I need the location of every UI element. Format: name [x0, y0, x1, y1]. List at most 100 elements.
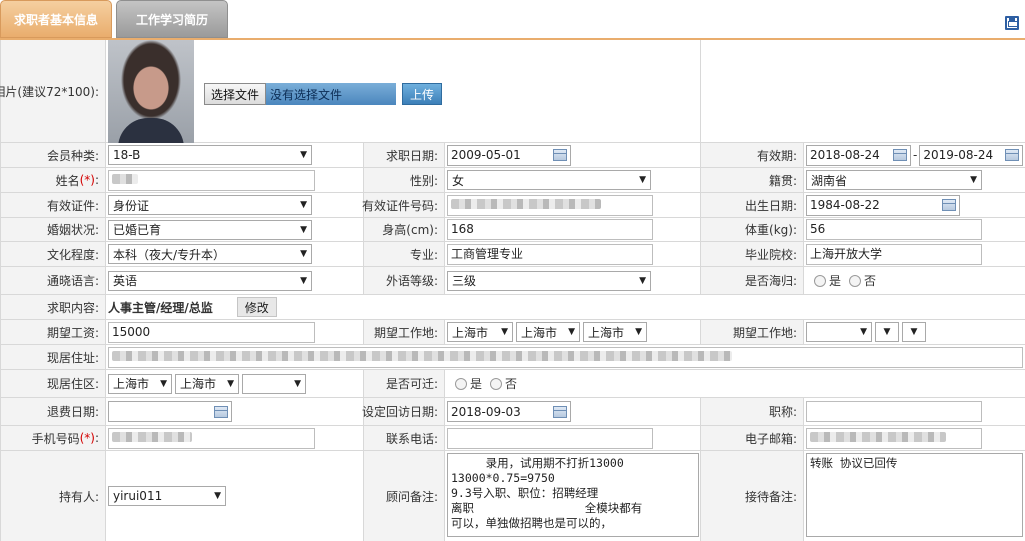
valid-from-input[interactable]: 2018-08-24: [806, 144, 911, 166]
birth-date-label: 出生日期:: [700, 193, 804, 217]
photo-row-empty: [700, 40, 1025, 142]
expected2-province-select[interactable]: ▼: [806, 322, 872, 342]
id-type-select[interactable]: 身份证 ▼: [108, 195, 312, 215]
returnee-no-radio[interactable]: 否: [849, 272, 876, 289]
row-salary: 期望工资: 15000 期望工作地: 上海市 ▼ 上海市 ▼ 上海市 ▼ 期望工作地:…: [0, 320, 1025, 345]
valid-from-value: 2018-08-24: [810, 148, 880, 162]
calendar-icon[interactable]: [1005, 149, 1020, 161]
expected-province-select[interactable]: 上海市 ▼: [447, 322, 513, 342]
major-input[interactable]: 工商管理专业: [447, 243, 653, 265]
chevron-down-icon: ▼: [227, 378, 234, 389]
row-address: 现居住址:: [0, 345, 1025, 370]
save-icon[interactable]: [1005, 16, 1019, 30]
school-label: 毕业院校:: [700, 242, 804, 266]
redacted-text: [112, 350, 732, 361]
marital-select[interactable]: 已婚已育 ▼: [108, 219, 312, 240]
foreign-level-select[interactable]: 三级 ▼: [447, 270, 651, 291]
expected2-district-select[interactable]: ▼: [902, 322, 926, 342]
relocate-no-radio[interactable]: 否: [490, 375, 517, 392]
gender-label: 性别:: [363, 168, 445, 192]
calendar-icon[interactable]: [214, 405, 228, 418]
choose-file-button[interactable]: 选择文件: [204, 83, 267, 105]
job-content-label: 求职内容:: [0, 295, 106, 319]
residence-province-select[interactable]: 上海市 ▼: [108, 373, 172, 394]
reception-note-textarea[interactable]: 转账 协议已回传: [806, 453, 1023, 537]
file-name-display: 没有选择文件: [266, 83, 397, 105]
chevron-down-icon: ▼: [300, 200, 307, 210]
residence-district-select[interactable]: ▼: [242, 373, 306, 394]
marital-value: 已婚已育: [113, 223, 162, 237]
required-mark: (*): [79, 431, 95, 445]
chevron-down-icon: ▼: [883, 327, 891, 337]
native-place-label: 籍贯:: [700, 168, 804, 192]
email-label: 电子邮箱:: [700, 426, 804, 450]
valid-to-value: 2019-08-24: [923, 148, 994, 162]
radio-circle-icon: [455, 377, 467, 390]
residence-area-label: 现居住区:: [0, 370, 106, 397]
expected-district-value: 上海市: [588, 325, 625, 340]
chevron-down-icon: ▼: [300, 249, 307, 259]
chevron-down-icon: ▼: [160, 378, 167, 389]
phone-label: 联系电话:: [363, 426, 445, 450]
native-place-select[interactable]: 湖南省 ▼: [806, 170, 982, 190]
address-input[interactable]: [108, 346, 1023, 368]
consultant-note-textarea[interactable]: 录用，试用期不打折13000 13000*0.75=9750 9.3号入职、职位…: [447, 453, 699, 537]
redacted-text: [810, 431, 946, 442]
height-input[interactable]: 168: [447, 219, 653, 240]
school-input[interactable]: 上海开放大学: [806, 243, 982, 265]
tab-basic-info[interactable]: 求职者基本信息: [0, 0, 112, 38]
row-language: 通晓语言: 英语 ▼ 外语等级: 三级 ▼ 是否海归: 是 否: [0, 267, 1025, 295]
expected-district-select[interactable]: 上海市 ▼: [583, 322, 647, 342]
id-number-label: 有效证件号码:: [362, 193, 445, 217]
redacted-text: [112, 431, 192, 442]
chevron-down-icon: ▼: [300, 150, 307, 160]
revisit-date-input[interactable]: 2018-09-03: [447, 401, 571, 422]
expected-city-select[interactable]: 上海市 ▼: [516, 322, 580, 342]
chevron-down-icon: ▼: [639, 275, 646, 286]
residence-province-value: 上海市: [113, 377, 150, 391]
radio-circle-icon: [849, 274, 862, 287]
calendar-icon[interactable]: [893, 149, 907, 161]
tab-work-study-resume[interactable]: 工作学习简历: [116, 0, 228, 38]
residence-city-select[interactable]: 上海市 ▼: [175, 373, 239, 394]
job-date-input[interactable]: 2009-05-01: [447, 144, 571, 166]
photo-label: 相片(建议72*100):: [0, 40, 106, 142]
refund-date-input[interactable]: [108, 401, 232, 422]
required-mark: (*): [79, 173, 95, 187]
mobile-input[interactable]: [108, 427, 315, 449]
row-contact: 手机号码 (*): 联系电话: 电子邮箱:: [0, 426, 1025, 451]
weight-input[interactable]: 56: [806, 219, 982, 240]
upload-button[interactable]: 上传: [402, 83, 443, 105]
expected2-city-select[interactable]: ▼: [875, 322, 899, 342]
calendar-icon[interactable]: [553, 405, 567, 418]
email-input[interactable]: [806, 427, 982, 449]
name-input[interactable]: [108, 169, 315, 191]
relocate-yes-radio[interactable]: 是: [455, 375, 482, 392]
returnee-no-label: 否: [864, 274, 877, 288]
returnee-yes-radio[interactable]: 是: [814, 272, 841, 289]
birth-date-input[interactable]: 1984-08-22: [806, 194, 960, 216]
member-type-select[interactable]: 18-B ▼: [108, 145, 312, 165]
calendar-icon[interactable]: [942, 199, 956, 211]
edit-job-content-button[interactable]: 修改: [236, 297, 277, 317]
language-select[interactable]: 英语 ▼: [108, 270, 312, 291]
gender-select[interactable]: 女 ▼: [447, 170, 651, 190]
holder-select[interactable]: yirui011 ▼: [108, 486, 226, 506]
address-label: 现居住址:: [0, 345, 106, 369]
expected-salary-input[interactable]: 15000: [108, 321, 315, 343]
job-content-value: 人事主管/经理/总监: [108, 300, 213, 315]
row-residence: 现居住区: 上海市 ▼ 上海市 ▼ ▼ 是否可迁: 是 否: [0, 370, 1025, 398]
valid-to-input[interactable]: 2019-08-24: [919, 144, 1024, 166]
phone-input[interactable]: [447, 427, 653, 449]
calendar-icon[interactable]: [553, 149, 567, 161]
id-number-input[interactable]: [447, 194, 653, 216]
date-range-separator: -: [913, 148, 918, 162]
returnee-label: 是否海归:: [700, 267, 804, 294]
chevron-down-icon: ▼: [300, 275, 307, 286]
title-input[interactable]: [806, 401, 982, 422]
chevron-down-icon: ▼: [910, 327, 918, 337]
row-member-type: 会员种类: 18-B ▼ 求职日期: 2009-05-01 有效期: 2018-0…: [0, 143, 1025, 168]
language-label: 通晓语言:: [0, 267, 106, 294]
foreign-level-label: 外语等级:: [363, 267, 445, 294]
education-select[interactable]: 本科（夜大/专升本） ▼: [108, 244, 312, 264]
